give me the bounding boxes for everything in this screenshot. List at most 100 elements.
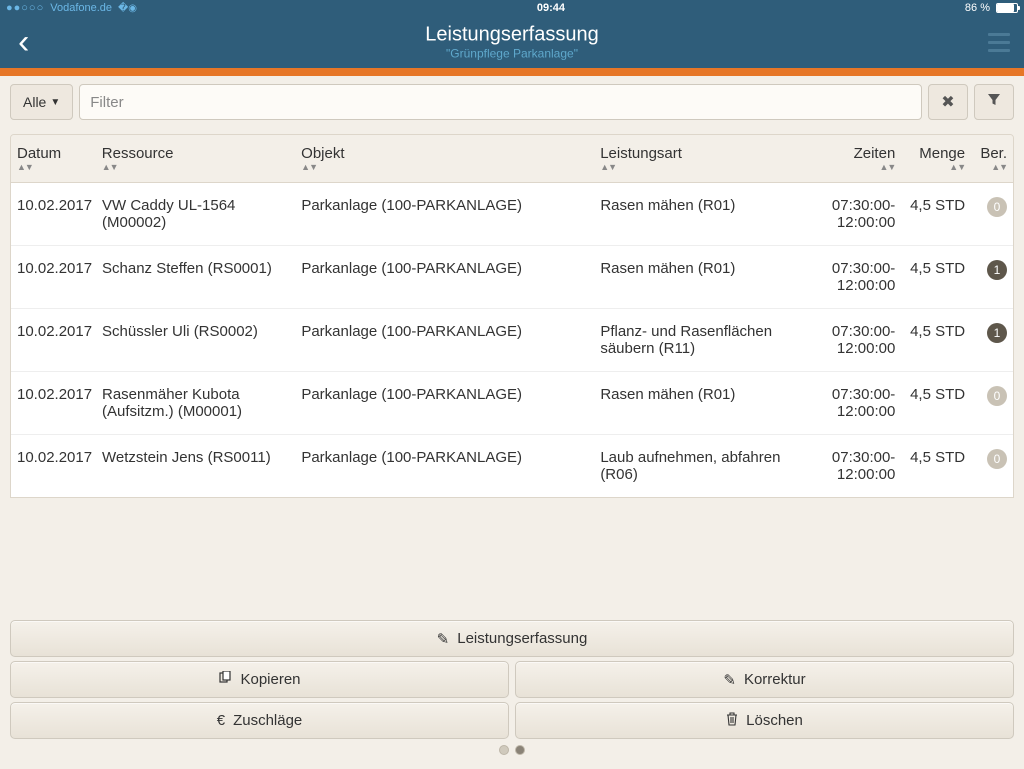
data-table: Datum ▲▼ Ressource ▲▼ Objekt ▲▼ Leistung… — [10, 134, 1014, 498]
cell-menge: 4,5 STD — [901, 193, 971, 235]
pencil-icon: ✎ — [437, 630, 450, 648]
cell-objekt: Parkanlage (100-PARKANLAGE) — [295, 382, 594, 424]
battery-icon — [996, 3, 1018, 13]
cell-leistungsart: Pflanz- und Rasenflächen säubern (R11) — [594, 319, 823, 361]
sort-arrows-icon: ▲▼ — [301, 162, 588, 172]
table-row[interactable]: 10.02.2017Wetzstein Jens (RS0011)Parkanl… — [11, 435, 1013, 497]
cell-zeiten: 07:30:00-12:00:00 — [824, 382, 902, 424]
close-icon: ✖ — [941, 92, 954, 112]
cell-objekt: Parkanlage (100-PARKANLAGE) — [295, 445, 594, 487]
col-header-datum[interactable]: Datum ▲▼ — [11, 141, 96, 176]
count-badge: 0 — [987, 386, 1007, 406]
table-row[interactable]: 10.02.2017VW Caddy UL-1564 (M00002)Parka… — [11, 183, 1013, 246]
cell-objekt: Parkanlage (100-PARKANLAGE) — [295, 193, 594, 235]
cell-ber: 1 — [971, 319, 1013, 361]
cell-objekt: Parkanlage (100-PARKANLAGE) — [295, 256, 594, 298]
count-badge: 1 — [987, 260, 1007, 280]
signal-dots-icon: ●●○○○ — [6, 2, 44, 14]
filter-bar: Alle ▼ ✖ — [0, 76, 1024, 120]
status-bar: ●●○○○ Vodafone.de �◉ 09:44 86 % — [0, 0, 1024, 16]
count-badge: 0 — [987, 449, 1007, 469]
table-body: 10.02.2017VW Caddy UL-1564 (M00002)Parka… — [11, 183, 1013, 497]
pencil-icon: ✎ — [723, 671, 736, 689]
leistungserfassung-button[interactable]: ✎ Leistungserfassung — [10, 620, 1014, 657]
app-header: ‹ Leistungserfassung "Grünpflege Parkanl… — [0, 16, 1024, 68]
sort-arrows-icon: ▲▼ — [17, 162, 90, 172]
cell-ber: 1 — [971, 256, 1013, 298]
accent-bar — [0, 68, 1024, 76]
button-label: Kopieren — [240, 671, 300, 688]
button-label: Löschen — [746, 712, 803, 729]
carrier-label: Vodafone.de — [50, 2, 112, 14]
cell-zeiten: 07:30:00-12:00:00 — [824, 193, 902, 235]
back-button[interactable]: ‹ — [10, 25, 37, 59]
cell-zeiten: 07:30:00-12:00:00 — [824, 256, 902, 298]
cell-datum: 10.02.2017 — [11, 256, 96, 298]
cell-datum: 10.02.2017 — [11, 193, 96, 235]
button-label: Zuschläge — [233, 712, 302, 729]
sort-arrows-icon: ▲▼ — [102, 162, 289, 172]
cell-menge: 4,5 STD — [901, 445, 971, 487]
action-buttons: ✎ Leistungserfassung Kopieren ✎ Korrektu… — [10, 620, 1014, 755]
sort-arrows-icon: ▲▼ — [977, 162, 1007, 172]
zuschlaege-button[interactable]: € Zuschläge — [10, 702, 509, 739]
table-row[interactable]: 10.02.2017Schüssler Uli (RS0002)Parkanla… — [11, 309, 1013, 372]
table-row[interactable]: 10.02.2017Schanz Steffen (RS0001)Parkanl… — [11, 246, 1013, 309]
wifi-icon: �◉ — [118, 3, 137, 14]
sort-arrows-icon: ▲▼ — [907, 162, 965, 172]
col-header-zeiten[interactable]: Zeiten ▲▼ — [824, 141, 902, 176]
cell-zeiten: 07:30:00-12:00:00 — [824, 445, 902, 487]
button-label: Leistungserfassung — [457, 630, 587, 647]
cell-leistungsart: Rasen mähen (R01) — [594, 382, 823, 424]
col-header-menge[interactable]: Menge ▲▼ — [901, 141, 971, 176]
page-subtitle: "Grünpflege Parkanlage" — [425, 47, 598, 61]
filter-toggle-button[interactable] — [974, 84, 1014, 120]
cell-zeiten: 07:30:00-12:00:00 — [824, 319, 902, 361]
korrektur-button[interactable]: ✎ Korrektur — [515, 661, 1014, 698]
status-time: 09:44 — [537, 2, 565, 14]
cell-ressource: Schüssler Uli (RS0002) — [96, 319, 295, 361]
page-dot-active[interactable] — [515, 745, 525, 755]
cell-ber: 0 — [971, 445, 1013, 487]
page-dot[interactable] — [499, 745, 509, 755]
cell-leistungsart: Laub aufnehmen, abfahren (R06) — [594, 445, 823, 487]
cell-ressource: VW Caddy UL-1564 (M00002) — [96, 193, 295, 235]
cell-datum: 10.02.2017 — [11, 382, 96, 424]
copy-icon — [218, 671, 232, 689]
col-header-ressource[interactable]: Ressource ▲▼ — [96, 141, 295, 176]
cell-menge: 4,5 STD — [901, 256, 971, 298]
cell-ressource: Schanz Steffen (RS0001) — [96, 256, 295, 298]
kopieren-button[interactable]: Kopieren — [10, 661, 509, 698]
clear-filter-button[interactable]: ✖ — [928, 84, 968, 120]
cell-objekt: Parkanlage (100-PARKANLAGE) — [295, 319, 594, 361]
col-header-objekt[interactable]: Objekt ▲▼ — [295, 141, 594, 176]
trash-icon — [726, 712, 738, 730]
loeschen-button[interactable]: Löschen — [515, 702, 1014, 739]
filter-dropdown[interactable]: Alle ▼ — [10, 84, 73, 120]
col-header-leistungsart[interactable]: Leistungsart ▲▼ — [594, 141, 823, 176]
cell-ber: 0 — [971, 193, 1013, 235]
cell-menge: 4,5 STD — [901, 382, 971, 424]
count-badge: 1 — [987, 323, 1007, 343]
filter-input[interactable] — [79, 84, 922, 120]
page-title: Leistungserfassung — [425, 24, 598, 47]
button-label: Korrektur — [744, 671, 806, 688]
battery-percent: 86 % — [965, 2, 990, 14]
page-indicator — [10, 745, 1014, 755]
cell-leistungsart: Rasen mähen (R01) — [594, 193, 823, 235]
menu-button[interactable] — [984, 29, 1014, 56]
count-badge: 0 — [987, 197, 1007, 217]
table-row[interactable]: 10.02.2017Rasenmäher Kubota (Aufsitzm.) … — [11, 372, 1013, 435]
sort-arrows-icon: ▲▼ — [600, 162, 817, 172]
caret-down-icon: ▼ — [50, 97, 60, 108]
cell-ber: 0 — [971, 382, 1013, 424]
cell-datum: 10.02.2017 — [11, 445, 96, 487]
cell-leistungsart: Rasen mähen (R01) — [594, 256, 823, 298]
cell-ressource: Rasenmäher Kubota (Aufsitzm.) (M00001) — [96, 382, 295, 424]
sort-arrows-icon: ▲▼ — [830, 162, 896, 172]
cell-datum: 10.02.2017 — [11, 319, 96, 361]
col-header-ber[interactable]: Ber. ▲▼ — [971, 141, 1013, 176]
table-header: Datum ▲▼ Ressource ▲▼ Objekt ▲▼ Leistung… — [11, 135, 1013, 183]
filter-dropdown-label: Alle — [23, 94, 46, 110]
funnel-icon — [987, 93, 1001, 112]
